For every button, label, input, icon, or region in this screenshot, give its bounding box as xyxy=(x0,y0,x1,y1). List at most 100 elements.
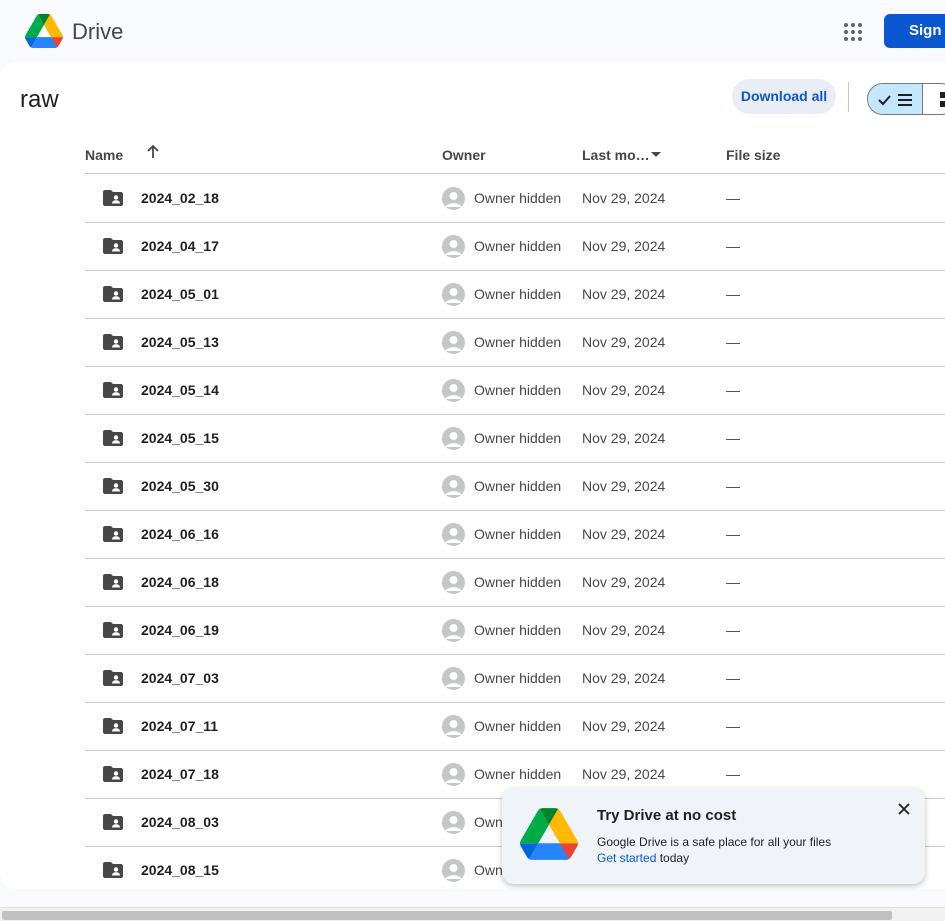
file-name[interactable]: 2024_05_30 xyxy=(141,478,219,494)
list-view-button[interactable] xyxy=(868,84,923,114)
arrow-up-icon[interactable] xyxy=(145,144,161,160)
owner-avatar xyxy=(442,859,465,882)
caret-down-icon[interactable] xyxy=(651,152,661,157)
table-header: Name Owner Last mo… File size xyxy=(85,132,945,174)
table-row[interactable]: 2024_05_15 Owner hidden Nov 29, 2024 — xyxy=(85,415,945,463)
table-row[interactable]: 2024_07_03 Owner hidden Nov 29, 2024 — xyxy=(85,655,945,703)
file-size: — xyxy=(726,478,740,494)
google-drive-logo[interactable] xyxy=(25,14,63,48)
column-header-last-modified[interactable]: Last mo… xyxy=(582,147,650,163)
table-row[interactable]: 2024_05_14 Owner hidden Nov 29, 2024 — xyxy=(85,367,945,415)
sign-in-button[interactable]: Sign in xyxy=(884,14,945,48)
owner-name: Owner hidden xyxy=(474,526,562,542)
file-name[interactable]: 2024_07_03 xyxy=(141,670,219,686)
view-toggle xyxy=(867,83,945,115)
folder-title: raw xyxy=(20,86,59,113)
file-name[interactable]: 2024_06_19 xyxy=(141,622,219,638)
last-modified: Nov 29, 2024 xyxy=(582,526,666,542)
file-size: — xyxy=(726,766,740,782)
owner-name: Owner hidden xyxy=(474,430,562,446)
owner-name: Owner hidden xyxy=(474,670,562,686)
shared-folder-icon xyxy=(103,766,123,782)
owner-avatar xyxy=(442,379,465,402)
file-size: — xyxy=(726,238,740,254)
shared-folder-icon xyxy=(103,478,123,494)
file-size: — xyxy=(726,190,740,206)
file-name[interactable]: 2024_05_13 xyxy=(141,334,219,350)
owner-name: Owner hidden xyxy=(474,286,562,302)
column-header-owner: Owner xyxy=(442,147,486,163)
owner-avatar xyxy=(442,283,465,306)
column-header-name[interactable]: Name xyxy=(85,147,123,163)
owner-name: Owner hidden xyxy=(474,574,562,590)
file-name[interactable]: 2024_06_16 xyxy=(141,526,219,542)
last-modified: Nov 29, 2024 xyxy=(582,430,666,446)
download-all-button[interactable]: Download all xyxy=(732,79,836,114)
owner-avatar xyxy=(442,715,465,738)
close-icon[interactable] xyxy=(896,801,912,817)
owner-avatar xyxy=(442,811,465,834)
top-bar: Drive Sign in xyxy=(0,0,945,62)
get-started-link[interactable]: Get started xyxy=(597,851,656,865)
file-name[interactable]: 2024_07_11 xyxy=(141,718,218,734)
last-modified: Nov 29, 2024 xyxy=(582,478,666,494)
table-row[interactable]: 2024_05_01 Owner hidden Nov 29, 2024 — xyxy=(85,271,945,319)
owner-avatar xyxy=(442,331,465,354)
owner-avatar xyxy=(442,475,465,498)
promo-cta-suffix: today xyxy=(659,851,690,865)
owner-name: Owner hidden xyxy=(474,382,562,398)
table-row[interactable]: 2024_04_17 Owner hidden Nov 29, 2024 — xyxy=(85,223,945,271)
last-modified: Nov 29, 2024 xyxy=(582,766,666,782)
file-name[interactable]: 2024_04_17 xyxy=(141,238,219,254)
shared-folder-icon xyxy=(103,862,123,878)
shared-folder-icon xyxy=(103,574,123,590)
table-row[interactable]: 2024_07_11 Owner hidden Nov 29, 2024 — xyxy=(85,703,945,751)
owner-name: Owner hidden xyxy=(474,190,562,206)
promo-text: Google Drive is a safe place for all you… xyxy=(597,835,832,849)
shared-folder-icon xyxy=(103,622,123,638)
owner-name: Owner hidden xyxy=(474,238,562,254)
promo-card: Try Drive at no cost Google Drive is a s… xyxy=(502,788,925,884)
shared-folder-icon xyxy=(103,286,123,302)
table-row[interactable]: 2024_06_19 Owner hidden Nov 29, 2024 — xyxy=(85,607,945,655)
file-name[interactable]: 2024_08_03 xyxy=(141,814,219,830)
apps-grid-icon[interactable] xyxy=(838,17,866,45)
table-row[interactable]: 2024_05_30 Owner hidden Nov 29, 2024 — xyxy=(85,463,945,511)
scrollbar-thumb[interactable] xyxy=(2,911,892,920)
file-size: — xyxy=(726,574,740,590)
file-name[interactable]: 2024_02_18 xyxy=(141,190,219,206)
shared-folder-icon xyxy=(103,238,123,254)
owner-name: Owner hidden xyxy=(474,766,562,782)
last-modified: Nov 29, 2024 xyxy=(582,286,666,302)
file-name[interactable]: 2024_05_01 xyxy=(141,286,219,302)
table-row[interactable]: 2024_05_13 Owner hidden Nov 29, 2024 — xyxy=(85,319,945,367)
last-modified: Nov 29, 2024 xyxy=(582,574,666,590)
last-modified: Nov 29, 2024 xyxy=(582,382,666,398)
file-size: — xyxy=(726,334,740,350)
owner-avatar xyxy=(442,667,465,690)
table-row[interactable]: 2024_02_18 Owner hidden Nov 29, 2024 — xyxy=(85,175,945,223)
file-size: — xyxy=(726,430,740,446)
file-name[interactable]: 2024_06_18 xyxy=(141,574,219,590)
file-list: 2024_02_18 Owner hidden Nov 29, 2024—2024_… xyxy=(85,175,945,889)
promo-cta-line: Get started today xyxy=(597,851,689,865)
file-name[interactable]: 2024_05_14 xyxy=(141,382,219,398)
last-modified: Nov 29, 2024 xyxy=(582,718,666,734)
brand-name: Drive xyxy=(72,19,124,44)
shared-folder-icon xyxy=(103,430,123,446)
horizontal-scrollbar[interactable] xyxy=(0,907,945,921)
table-row[interactable]: 2024_06_16 Owner hidden Nov 29, 2024 — xyxy=(85,511,945,559)
google-drive-logo xyxy=(520,808,578,860)
owner-avatar xyxy=(442,235,465,258)
file-size: — xyxy=(726,670,740,686)
file-size: — xyxy=(726,718,740,734)
toolbar-divider xyxy=(848,82,849,112)
table-row[interactable]: 2024_06_18 Owner hidden Nov 29, 2024 — xyxy=(85,559,945,607)
file-name[interactable]: 2024_05_15 xyxy=(141,430,219,446)
file-size: — xyxy=(726,526,740,542)
file-name[interactable]: 2024_08_15 xyxy=(141,862,219,878)
owner-avatar xyxy=(442,571,465,594)
file-name[interactable]: 2024_07_18 xyxy=(141,766,219,782)
shared-folder-icon xyxy=(103,814,123,830)
grid-icon[interactable] xyxy=(940,92,945,108)
